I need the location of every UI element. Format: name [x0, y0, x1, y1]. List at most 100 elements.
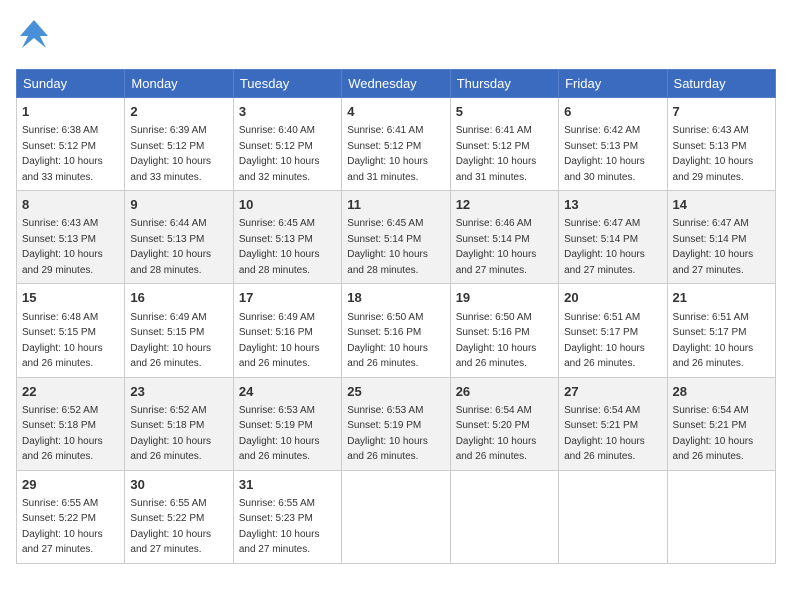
day-number: 28: [673, 383, 770, 401]
day-detail: Sunrise: 6:47 AMSunset: 5:14 PMDaylight:…: [673, 218, 754, 276]
day-number: 19: [456, 289, 553, 307]
day-detail: Sunrise: 6:43 AMSunset: 5:13 PMDaylight:…: [673, 125, 754, 183]
day-detail: Sunrise: 6:43 AMSunset: 5:13 PMDaylight:…: [22, 218, 103, 276]
calendar-day-cell: 20 Sunrise: 6:51 AMSunset: 5:17 PMDaylig…: [559, 284, 667, 377]
calendar-day-cell: 23 Sunrise: 6:52 AMSunset: 5:18 PMDaylig…: [125, 377, 233, 470]
day-number: 29: [22, 476, 119, 494]
day-detail: Sunrise: 6:53 AMSunset: 5:19 PMDaylight:…: [239, 405, 320, 463]
day-number: 13: [564, 196, 661, 214]
day-detail: Sunrise: 6:40 AMSunset: 5:12 PMDaylight:…: [239, 125, 320, 183]
day-number: 3: [239, 103, 336, 121]
day-number: 15: [22, 289, 119, 307]
day-number: 9: [130, 196, 227, 214]
calendar-day-cell: 5 Sunrise: 6:41 AMSunset: 5:12 PMDayligh…: [450, 98, 558, 191]
calendar-day-cell: 6 Sunrise: 6:42 AMSunset: 5:13 PMDayligh…: [559, 98, 667, 191]
day-number: 14: [673, 196, 770, 214]
calendar-day-cell: 1 Sunrise: 6:38 AMSunset: 5:12 PMDayligh…: [17, 98, 125, 191]
day-number: 16: [130, 289, 227, 307]
day-number: 20: [564, 289, 661, 307]
day-number: 2: [130, 103, 227, 121]
weekday-header-cell: Monday: [125, 70, 233, 98]
day-detail: Sunrise: 6:53 AMSunset: 5:19 PMDaylight:…: [347, 405, 428, 463]
day-detail: Sunrise: 6:41 AMSunset: 5:12 PMDaylight:…: [456, 125, 537, 183]
weekday-header-cell: Thursday: [450, 70, 558, 98]
day-detail: Sunrise: 6:52 AMSunset: 5:18 PMDaylight:…: [130, 405, 211, 463]
calendar-day-cell: 26 Sunrise: 6:54 AMSunset: 5:20 PMDaylig…: [450, 377, 558, 470]
calendar-day-cell: 14 Sunrise: 6:47 AMSunset: 5:14 PMDaylig…: [667, 191, 775, 284]
day-number: 11: [347, 196, 444, 214]
day-detail: Sunrise: 6:46 AMSunset: 5:14 PMDaylight:…: [456, 218, 537, 276]
day-detail: Sunrise: 6:54 AMSunset: 5:20 PMDaylight:…: [456, 405, 537, 463]
calendar-day-cell: 4 Sunrise: 6:41 AMSunset: 5:12 PMDayligh…: [342, 98, 450, 191]
calendar-week-row: 22 Sunrise: 6:52 AMSunset: 5:18 PMDaylig…: [17, 377, 776, 470]
day-detail: Sunrise: 6:50 AMSunset: 5:16 PMDaylight:…: [456, 312, 537, 370]
day-detail: Sunrise: 6:49 AMSunset: 5:16 PMDaylight:…: [239, 312, 320, 370]
calendar-day-cell: 31 Sunrise: 6:55 AMSunset: 5:23 PMDaylig…: [233, 470, 341, 563]
day-detail: Sunrise: 6:54 AMSunset: 5:21 PMDaylight:…: [564, 405, 645, 463]
day-number: 1: [22, 103, 119, 121]
calendar-day-cell: [667, 470, 775, 563]
calendar-day-cell: 12 Sunrise: 6:46 AMSunset: 5:14 PMDaylig…: [450, 191, 558, 284]
day-number: 26: [456, 383, 553, 401]
day-detail: Sunrise: 6:55 AMSunset: 5:22 PMDaylight:…: [22, 498, 103, 556]
calendar-day-cell: 2 Sunrise: 6:39 AMSunset: 5:12 PMDayligh…: [125, 98, 233, 191]
day-number: 12: [456, 196, 553, 214]
day-number: 8: [22, 196, 119, 214]
calendar-day-cell: 13 Sunrise: 6:47 AMSunset: 5:14 PMDaylig…: [559, 191, 667, 284]
calendar-week-row: 15 Sunrise: 6:48 AMSunset: 5:15 PMDaylig…: [17, 284, 776, 377]
calendar-day-cell: 18 Sunrise: 6:50 AMSunset: 5:16 PMDaylig…: [342, 284, 450, 377]
weekday-header-cell: Sunday: [17, 70, 125, 98]
weekday-header-cell: Friday: [559, 70, 667, 98]
calendar-day-cell: 29 Sunrise: 6:55 AMSunset: 5:22 PMDaylig…: [17, 470, 125, 563]
calendar-week-row: 1 Sunrise: 6:38 AMSunset: 5:12 PMDayligh…: [17, 98, 776, 191]
calendar-day-cell: 27 Sunrise: 6:54 AMSunset: 5:21 PMDaylig…: [559, 377, 667, 470]
calendar-day-cell: 28 Sunrise: 6:54 AMSunset: 5:21 PMDaylig…: [667, 377, 775, 470]
day-number: 7: [673, 103, 770, 121]
calendar-day-cell: [450, 470, 558, 563]
day-detail: Sunrise: 6:45 AMSunset: 5:13 PMDaylight:…: [239, 218, 320, 276]
calendar-day-cell: 11 Sunrise: 6:45 AMSunset: 5:14 PMDaylig…: [342, 191, 450, 284]
day-number: 31: [239, 476, 336, 494]
page-header: [16, 16, 776, 57]
weekday-header-cell: Saturday: [667, 70, 775, 98]
day-number: 17: [239, 289, 336, 307]
calendar-day-cell: 15 Sunrise: 6:48 AMSunset: 5:15 PMDaylig…: [17, 284, 125, 377]
calendar-day-cell: 19 Sunrise: 6:50 AMSunset: 5:16 PMDaylig…: [450, 284, 558, 377]
day-detail: Sunrise: 6:54 AMSunset: 5:21 PMDaylight:…: [673, 405, 754, 463]
day-detail: Sunrise: 6:41 AMSunset: 5:12 PMDaylight:…: [347, 125, 428, 183]
day-number: 21: [673, 289, 770, 307]
day-detail: Sunrise: 6:49 AMSunset: 5:15 PMDaylight:…: [130, 312, 211, 370]
logo-icon: [16, 16, 52, 52]
day-detail: Sunrise: 6:48 AMSunset: 5:15 PMDaylight:…: [22, 312, 103, 370]
calendar-day-cell: 24 Sunrise: 6:53 AMSunset: 5:19 PMDaylig…: [233, 377, 341, 470]
calendar-day-cell: 17 Sunrise: 6:49 AMSunset: 5:16 PMDaylig…: [233, 284, 341, 377]
day-number: 27: [564, 383, 661, 401]
day-detail: Sunrise: 6:50 AMSunset: 5:16 PMDaylight:…: [347, 312, 428, 370]
calendar-day-cell: 10 Sunrise: 6:45 AMSunset: 5:13 PMDaylig…: [233, 191, 341, 284]
day-number: 30: [130, 476, 227, 494]
calendar-day-cell: [559, 470, 667, 563]
day-detail: Sunrise: 6:51 AMSunset: 5:17 PMDaylight:…: [673, 312, 754, 370]
calendar-week-row: 29 Sunrise: 6:55 AMSunset: 5:22 PMDaylig…: [17, 470, 776, 563]
day-detail: Sunrise: 6:47 AMSunset: 5:14 PMDaylight:…: [564, 218, 645, 276]
calendar-day-cell: [342, 470, 450, 563]
calendar-day-cell: 21 Sunrise: 6:51 AMSunset: 5:17 PMDaylig…: [667, 284, 775, 377]
day-detail: Sunrise: 6:51 AMSunset: 5:17 PMDaylight:…: [564, 312, 645, 370]
weekday-header-cell: Wednesday: [342, 70, 450, 98]
calendar-day-cell: 30 Sunrise: 6:55 AMSunset: 5:22 PMDaylig…: [125, 470, 233, 563]
day-detail: Sunrise: 6:55 AMSunset: 5:23 PMDaylight:…: [239, 498, 320, 556]
weekday-header-row: SundayMondayTuesdayWednesdayThursdayFrid…: [17, 70, 776, 98]
day-detail: Sunrise: 6:52 AMSunset: 5:18 PMDaylight:…: [22, 405, 103, 463]
weekday-header-cell: Tuesday: [233, 70, 341, 98]
day-detail: Sunrise: 6:39 AMSunset: 5:12 PMDaylight:…: [130, 125, 211, 183]
day-detail: Sunrise: 6:55 AMSunset: 5:22 PMDaylight:…: [130, 498, 211, 556]
day-number: 23: [130, 383, 227, 401]
calendar-day-cell: 7 Sunrise: 6:43 AMSunset: 5:13 PMDayligh…: [667, 98, 775, 191]
day-number: 22: [22, 383, 119, 401]
logo: [16, 16, 56, 57]
day-number: 24: [239, 383, 336, 401]
calendar-table: SundayMondayTuesdayWednesdayThursdayFrid…: [16, 69, 776, 564]
day-number: 25: [347, 383, 444, 401]
day-number: 10: [239, 196, 336, 214]
day-number: 6: [564, 103, 661, 121]
